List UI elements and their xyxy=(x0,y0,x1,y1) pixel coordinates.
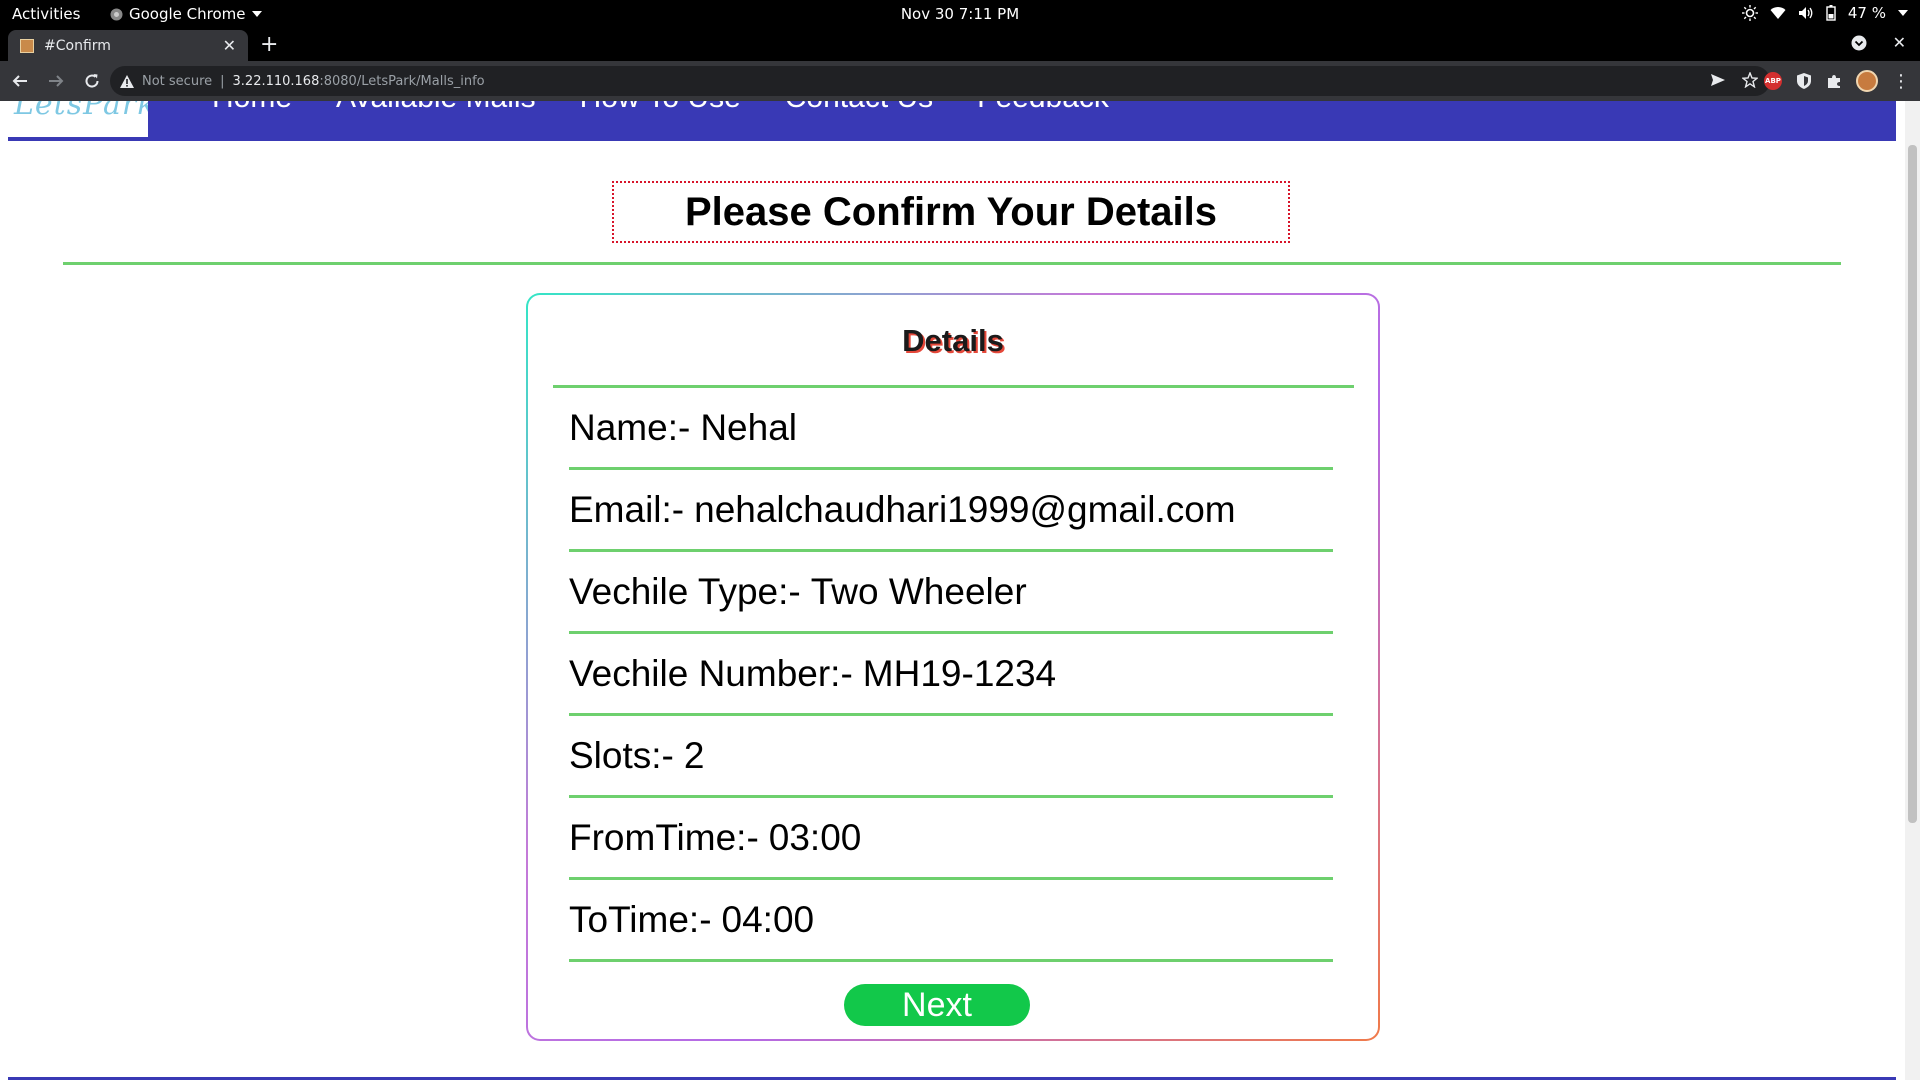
caret-down-icon xyxy=(1898,10,1908,16)
nav-home[interactable]: Home xyxy=(212,101,292,115)
close-window-icon[interactable]: ✕ xyxy=(1893,33,1906,52)
detail-value: MH19-1234 xyxy=(862,652,1057,694)
site-nav-links: Home Available Malls How To Use Contact … xyxy=(212,101,1109,115)
extensions-area: ABP ⋮ xyxy=(1764,70,1910,92)
browser-toolbar: Not secure | 3.22.110.168 :8080/LetsPark… xyxy=(0,61,1920,101)
reload-button[interactable] xyxy=(76,65,108,97)
detail-row-vehicle-type: Vechile Type:- Two Wheeler xyxy=(569,552,1333,634)
url-host: 3.22.110.168 xyxy=(232,73,320,89)
detail-row-to-time: ToTime:- 04:00 xyxy=(569,880,1333,962)
page-title: Please Confirm Your Details xyxy=(684,189,1218,234)
browser-tab[interactable]: #Confirm ✕ xyxy=(8,30,248,61)
shield-icon[interactable] xyxy=(1796,72,1812,90)
system-tray[interactable]: 47 % xyxy=(1741,4,1908,22)
detail-row-from-time: FromTime:- 03:00 xyxy=(569,798,1333,880)
favicon-icon xyxy=(20,38,34,53)
detail-value: nehalchaudhari1999@gmail.com xyxy=(694,488,1236,530)
detail-label: ToTime:- xyxy=(569,898,712,940)
profile-avatar[interactable] xyxy=(1856,70,1878,92)
detail-label: FromTime:- xyxy=(569,816,759,858)
detail-value: Two Wheeler xyxy=(810,570,1027,612)
page-heading-box: Please Confirm Your Details xyxy=(612,181,1290,243)
forward-arrow-icon xyxy=(49,75,64,87)
close-tab-icon[interactable]: ✕ xyxy=(223,36,236,55)
tab-title: #Confirm xyxy=(44,37,111,54)
site-logo[interactable]: LetsPark xyxy=(8,101,148,137)
details-card: Details Name:- Nehal Email:- nehalchaudh… xyxy=(526,293,1380,1041)
brightness-icon xyxy=(1741,5,1758,21)
reload-icon xyxy=(85,74,99,88)
bookmark-star-icon[interactable] xyxy=(1742,72,1758,88)
send-icon[interactable] xyxy=(1710,72,1726,88)
detail-label: Vechile Type:- xyxy=(569,570,801,612)
detail-row-vehicle-number: Vechile Number:- MH19-1234 xyxy=(569,634,1333,716)
browser-menu-icon[interactable]: ⋮ xyxy=(1892,71,1910,92)
nav-contact-us[interactable]: Contact Us xyxy=(785,101,933,115)
system-top-bar: Activities Google Chrome Nov 30 7:11 PM … xyxy=(0,0,1920,27)
tab-strip: #Confirm ✕ + ✕ xyxy=(0,27,1920,61)
detail-label: Name:- xyxy=(569,406,691,448)
detail-label: Vechile Number:- xyxy=(569,652,853,694)
warning-icon xyxy=(120,74,134,88)
detail-value: 04:00 xyxy=(721,898,815,940)
address-bar[interactable]: Not secure | 3.22.110.168 :8080/LetsPark… xyxy=(110,66,1770,96)
puzzle-icon[interactable] xyxy=(1826,73,1842,89)
heading-divider xyxy=(63,262,1841,265)
url-path: :8080/LetsPark/Malls_info xyxy=(319,73,485,89)
details-list: Name:- Nehal Email:- nehalchaudhari1999@… xyxy=(569,388,1333,962)
page-viewport: LetsPark Home Available Malls How To Use… xyxy=(0,101,1920,1080)
scrollbar-thumb[interactable] xyxy=(1908,145,1917,823)
detail-row-slots: Slots:- 2 xyxy=(569,716,1333,798)
forward-button[interactable] xyxy=(40,65,72,97)
new-tab-button[interactable]: + xyxy=(260,32,278,57)
battery-icon xyxy=(1826,5,1836,21)
wifi-icon xyxy=(1770,7,1786,20)
nav-feedback[interactable]: Feedback xyxy=(977,101,1109,115)
card-title: Details xyxy=(902,323,1004,358)
detail-value: Nehal xyxy=(700,406,797,448)
separator: | xyxy=(220,73,225,89)
nav-available-malls[interactable]: Available Malls xyxy=(336,101,536,115)
page-scrollbar[interactable] xyxy=(1905,101,1920,1080)
detail-row-email: Email:- nehalchaudhari1999@gmail.com xyxy=(569,470,1333,552)
nav-how-to-use[interactable]: How To Use xyxy=(580,101,741,115)
logo-text: LetsPark xyxy=(14,101,148,122)
clock[interactable]: Nov 30 7:11 PM xyxy=(0,5,1920,23)
next-button[interactable]: Next xyxy=(844,984,1030,1026)
detail-value: 03:00 xyxy=(768,816,862,858)
security-label[interactable]: Not secure xyxy=(142,74,212,89)
back-arrow-icon xyxy=(12,75,27,87)
adblock-icon[interactable]: ABP xyxy=(1764,72,1782,90)
detail-value: 2 xyxy=(683,734,705,776)
site-navbar: LetsPark Home Available Malls How To Use… xyxy=(8,101,1896,141)
volume-icon xyxy=(1798,7,1813,19)
detail-row-name: Name:- Nehal xyxy=(569,388,1333,470)
back-button[interactable] xyxy=(4,65,36,97)
detail-label: Email:- xyxy=(569,488,685,530)
battery-percent: 47 % xyxy=(1847,4,1886,22)
tab-search-icon[interactable] xyxy=(1851,35,1867,51)
detail-label: Slots:- xyxy=(569,734,674,776)
